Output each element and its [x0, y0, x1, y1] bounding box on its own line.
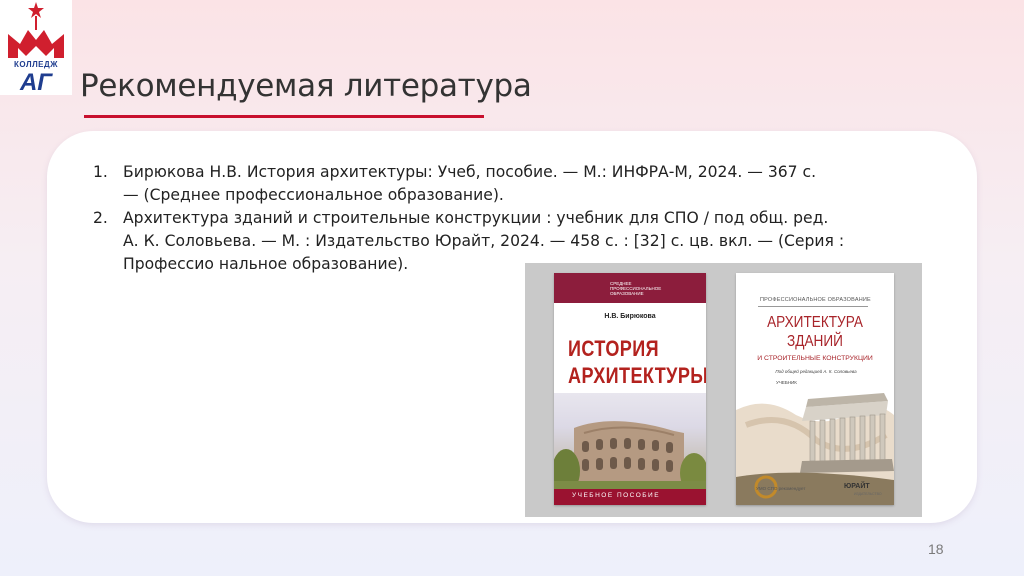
cover-publisher: ЮРАЙТ — [844, 483, 870, 490]
item-text-line: А. К. Соловьева. — М. : Издательство Юра… — [123, 232, 845, 250]
cover-series: Среднее профессиональное образование — [610, 281, 662, 296]
cover-header-band: Среднее профессиональное образование — [554, 273, 706, 303]
cover-footer-label: УЧЕБНОЕ ПОСОБИЕ — [572, 492, 661, 499]
book-cover-architecture: ПРОФЕССИОНАЛЬНОЕ ОБРАЗОВАНИЕ АРХИТЕКТУРА… — [736, 273, 894, 505]
logo-emblem-icon: КОЛЛЕДЖ АГ — [8, 2, 64, 95]
literature-item: 1. Бирюкова Н.В. История архитектуры: Уч… — [93, 161, 953, 207]
cover-title-line: АРХИТЕКТУРЫ — [568, 363, 706, 388]
cover-title: ИСТОРИЯ АРХИТЕКТУРЫ — [568, 335, 706, 389]
item-number: 2. — [93, 209, 108, 227]
cover-subtitle: И СТРОИТЕЛЬНЫЕ КОНСТРУКЦИИ — [757, 355, 873, 362]
book-cover-history: Среднее профессиональное образование Н.В… — [554, 273, 706, 505]
cover-title-line: ЗДАНИЙ — [787, 333, 843, 350]
item-text-line: Бирюкова Н.В. История архитектуры: Учеб,… — [123, 163, 817, 181]
page-number: 18 — [928, 541, 944, 557]
item-text-line: Архитектура зданий и строительные констр… — [123, 209, 829, 227]
literature-list: 1. Бирюкова Н.В. История архитектуры: Уч… — [93, 161, 953, 276]
cover-title-line: АРХИТЕКТУРА — [767, 314, 863, 331]
item-text-line: Профессио нальное образование). — [123, 255, 409, 273]
cover-footer-band: УЧЕБНОЕ ПОСОБИЕ — [554, 489, 706, 505]
cover-title: АРХИТЕКТУРА ЗДАНИЙ — [763, 313, 867, 351]
page-title: Рекомендуемая литература — [80, 68, 532, 104]
title-underline — [84, 115, 484, 118]
cover-umo-label: УМО СПО рекомендует — [756, 486, 806, 491]
logo-college-label: КОЛЛЕДЖ — [14, 60, 58, 69]
cover-divider — [758, 306, 868, 307]
cover-series: ПРОФЕССИОНАЛЬНОЕ ОБРАЗОВАНИЕ — [760, 297, 871, 303]
college-logo: КОЛЛЕДЖ АГ — [0, 0, 72, 95]
cover-publisher-sub: ИЗДАТЕЛЬСТВО — [854, 492, 882, 496]
book-covers-panel: Среднее профессиональное образование Н.В… — [525, 263, 922, 517]
cover-author: Н.В. Бирюкова — [604, 313, 656, 320]
logo-letters: АГ — [19, 69, 53, 95]
item-number: 1. — [93, 163, 108, 181]
cover-editor: Под общей редакцией А. К. Соловьева — [775, 369, 857, 374]
item-text-line: — (Среднее профессиональное образование)… — [123, 186, 504, 204]
cover-title-line: ИСТОРИЯ — [568, 336, 659, 361]
